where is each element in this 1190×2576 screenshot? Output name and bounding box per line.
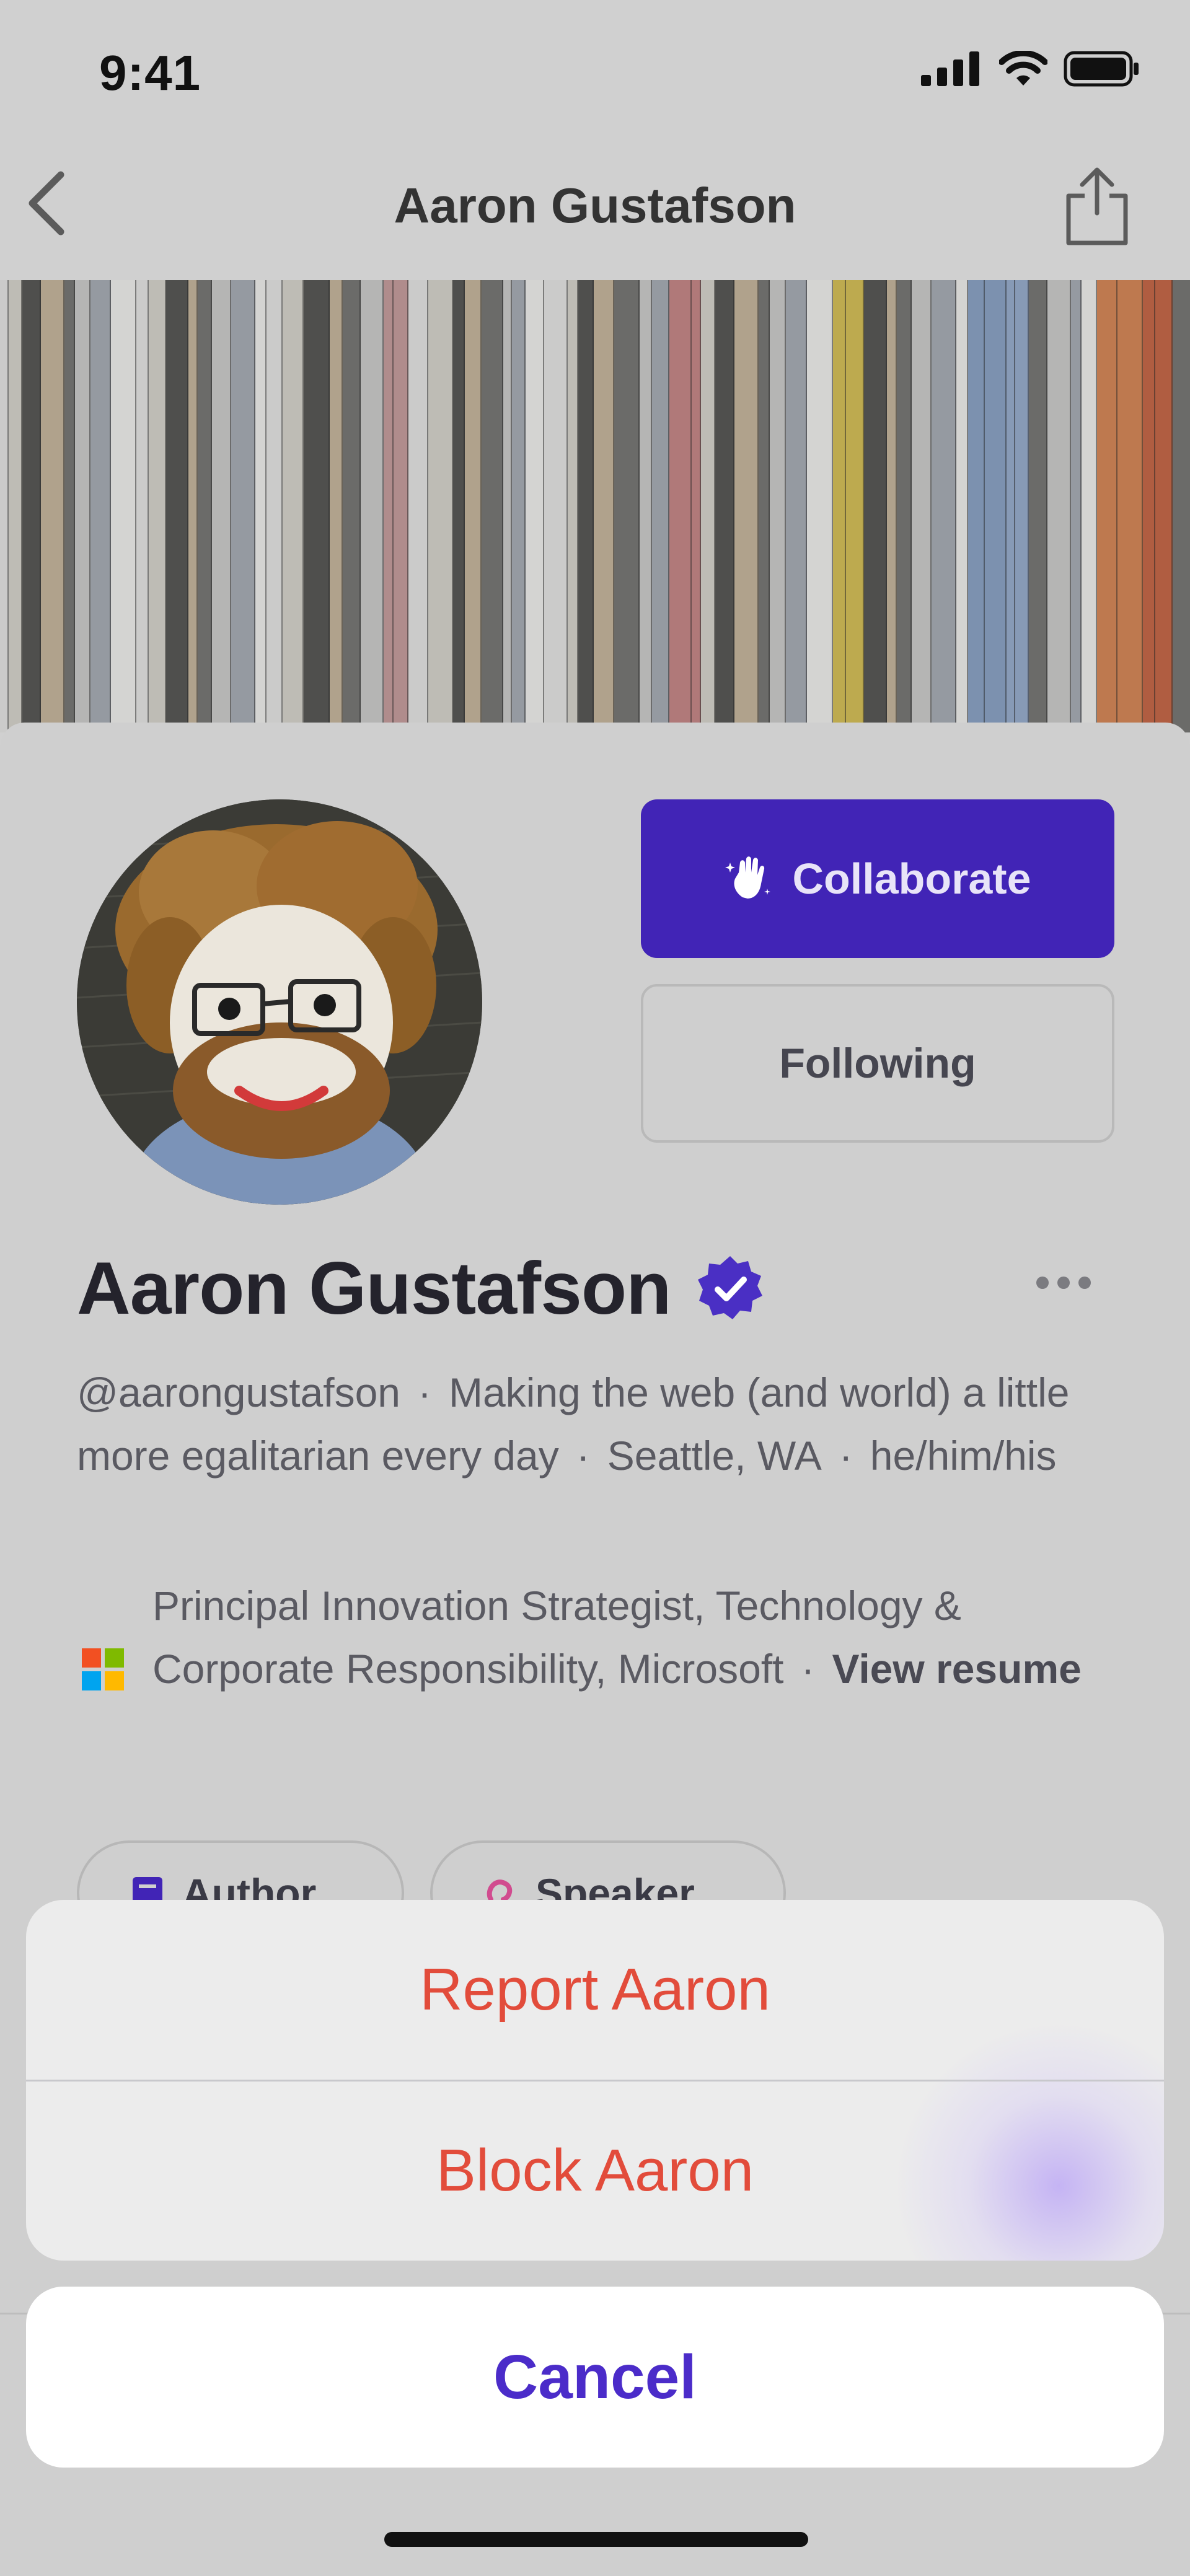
profile-location: Seattle, WA xyxy=(607,1433,822,1479)
following-label: Following xyxy=(779,1040,976,1087)
separator: · xyxy=(801,1646,815,1692)
avatar-image xyxy=(77,799,482,1205)
microsoft-logo-icon xyxy=(82,1648,124,1690)
nav-title: Aaron Gustafson xyxy=(394,178,796,233)
cellular-signal-icon xyxy=(921,51,979,86)
cover-image xyxy=(0,280,1190,732)
view-resume-link[interactable]: View resume xyxy=(832,1646,1081,1692)
verified-badge-icon xyxy=(698,1256,763,1319)
collaborate-label: Collaborate xyxy=(792,855,1031,903)
separator: · xyxy=(418,1369,431,1415)
battery-icon xyxy=(1064,51,1139,87)
block-label: Block Aaron xyxy=(436,2137,754,2204)
share-button[interactable] xyxy=(1060,166,1134,247)
separator: · xyxy=(839,1433,853,1479)
job-text: Principal Innovation Strategist, Technol… xyxy=(152,1574,1119,1700)
cancel-button[interactable]: Cancel xyxy=(26,2287,1164,2468)
profile-name: Aaron Gustafson xyxy=(77,1247,671,1330)
collaborate-button[interactable]: Collaborate xyxy=(641,799,1114,958)
home-indicator xyxy=(384,2532,808,2547)
report-button[interactable]: Report Aaron xyxy=(26,1900,1164,2080)
profile-bio: @aarongustafson · Making the web (and worl… xyxy=(77,1361,1106,1487)
separator: · xyxy=(576,1433,590,1479)
status-time: 9:41 xyxy=(99,45,201,100)
more-dot xyxy=(1036,1277,1049,1289)
action-sheet: Report Aaron Block Aaron xyxy=(26,1900,1164,2261)
cover-dim-overlay xyxy=(0,280,1190,732)
more-dot xyxy=(1078,1277,1091,1289)
status-icons xyxy=(921,51,1140,87)
avatar[interactable] xyxy=(77,799,482,1205)
report-label: Report Aaron xyxy=(420,1956,770,2023)
following-button[interactable]: Following xyxy=(641,984,1114,1143)
profile-handle: @aarongustafson xyxy=(77,1369,401,1415)
more-dot xyxy=(1057,1277,1070,1289)
block-button[interactable]: Block Aaron xyxy=(26,2081,1164,2261)
hand-sparkle-icon xyxy=(725,856,771,899)
wifi-icon xyxy=(999,51,1047,86)
profile-name-row: Aaron Gustafson xyxy=(77,1246,765,1331)
more-button[interactable] xyxy=(1036,1277,1091,1289)
profile-pronouns: he/him/his xyxy=(870,1433,1057,1479)
cancel-label: Cancel xyxy=(493,2342,697,2412)
share-icon xyxy=(1066,167,1128,245)
